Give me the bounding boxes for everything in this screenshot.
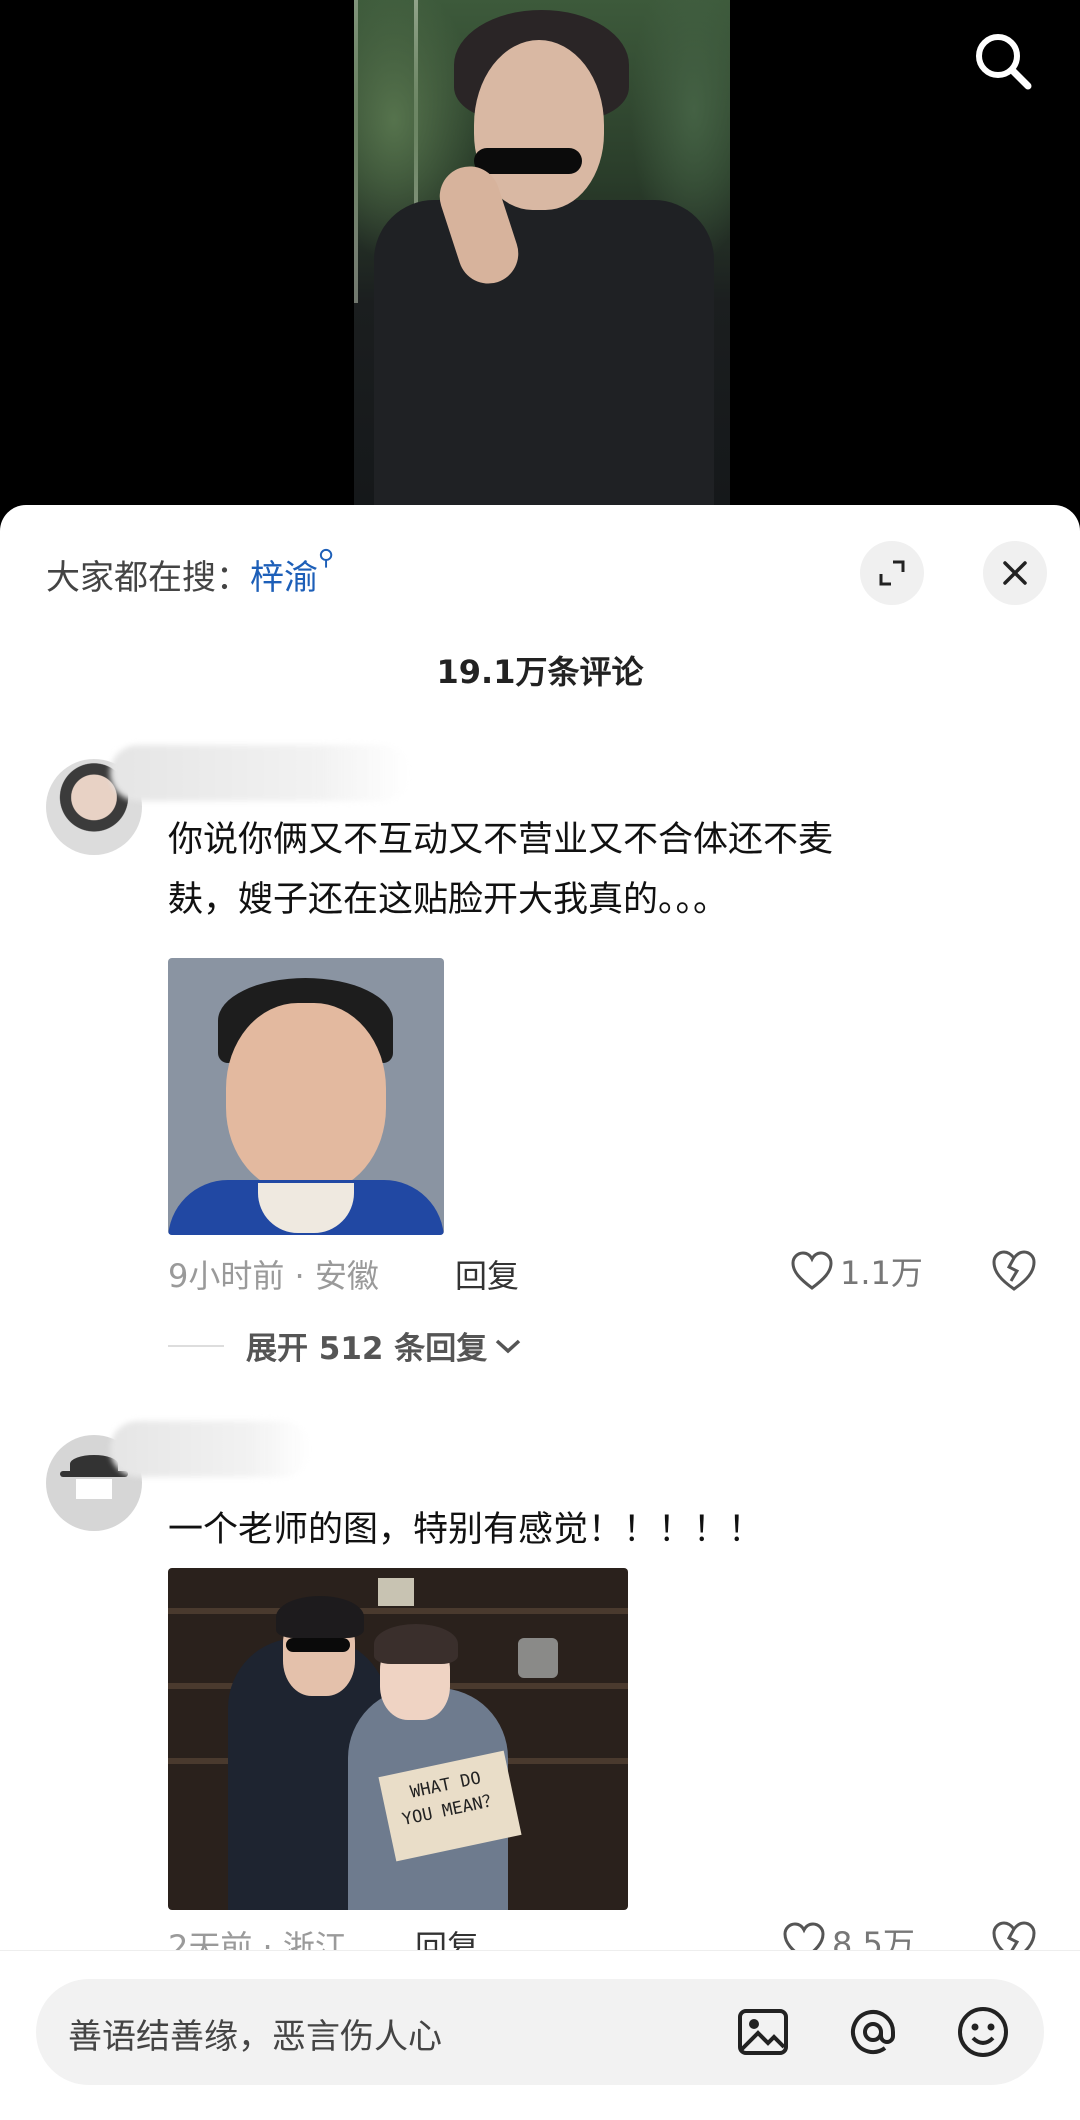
comment-text: 一个老师的图，特别有感觉！！！！！ — [168, 1510, 764, 1550]
username-blurred[interactable] — [110, 745, 410, 801]
close-icon — [1003, 561, 1027, 585]
chevron-down-icon — [496, 1339, 521, 1353]
search-icon[interactable] — [970, 28, 1036, 94]
comment-text: 你说你俩又不互动又不营业又不合体还不麦 麸，嫂子还在这贴脸开大我真的。。。 — [168, 820, 834, 920]
close-button[interactable] — [983, 541, 1047, 605]
comment-meta: 9小时前 · 安徽 — [168, 1257, 379, 1295]
comment-input[interactable]: 善语结善缘，恶言伤人心 — [36, 1979, 1044, 2085]
trending-keyword[interactable]: 梓渝 — [250, 558, 318, 598]
like-button[interactable]: 1.1万 — [790, 1248, 923, 1294]
trending-search[interactable]: 大家都在搜：梓渝⚲ — [46, 546, 334, 599]
broken-heart-icon — [992, 1250, 1036, 1291]
expand-replies-label: 展开 512 条回复 — [246, 1331, 488, 1367]
reply-button[interactable]: 回复 — [455, 1251, 519, 1297]
username-blurred[interactable] — [110, 1421, 310, 1477]
video-thumbnail — [354, 0, 730, 505]
search-small-icon: ⚲ — [318, 546, 335, 571]
emoji-icon[interactable] — [952, 2001, 1014, 2063]
expand-replies-button[interactable]: 展开 512 条回复 — [168, 1323, 523, 1368]
expand-icon — [879, 560, 905, 586]
heart-icon — [791, 1251, 833, 1290]
comment-input-placeholder: 善语结善缘，恶言伤人心 — [68, 2017, 442, 2057]
expand-button[interactable] — [860, 541, 924, 605]
comment-image[interactable] — [168, 958, 444, 1235]
video-player[interactable] — [0, 0, 1080, 520]
comment-input-bar: 善语结善缘，恶言伤人心 — [0, 1950, 1080, 2120]
divider — [168, 1344, 224, 1347]
image-icon[interactable] — [732, 2001, 794, 2063]
comment-count: 19.1万条评论 — [436, 653, 644, 691]
comment-image[interactable]: WHAT DO YOU MEAN？ — [168, 1568, 628, 1910]
dislike-button[interactable] — [990, 1249, 1038, 1297]
comment-sheet: 大家都在搜：梓渝⚲ 19.1万条评论 你说你俩又不互动又不营业又不合体还不麦 麸… — [0, 505, 1080, 2120]
at-icon[interactable] — [842, 2001, 904, 2063]
like-count: 1.1万 — [840, 1254, 923, 1292]
trending-prefix: 大家都在搜： — [46, 558, 250, 598]
